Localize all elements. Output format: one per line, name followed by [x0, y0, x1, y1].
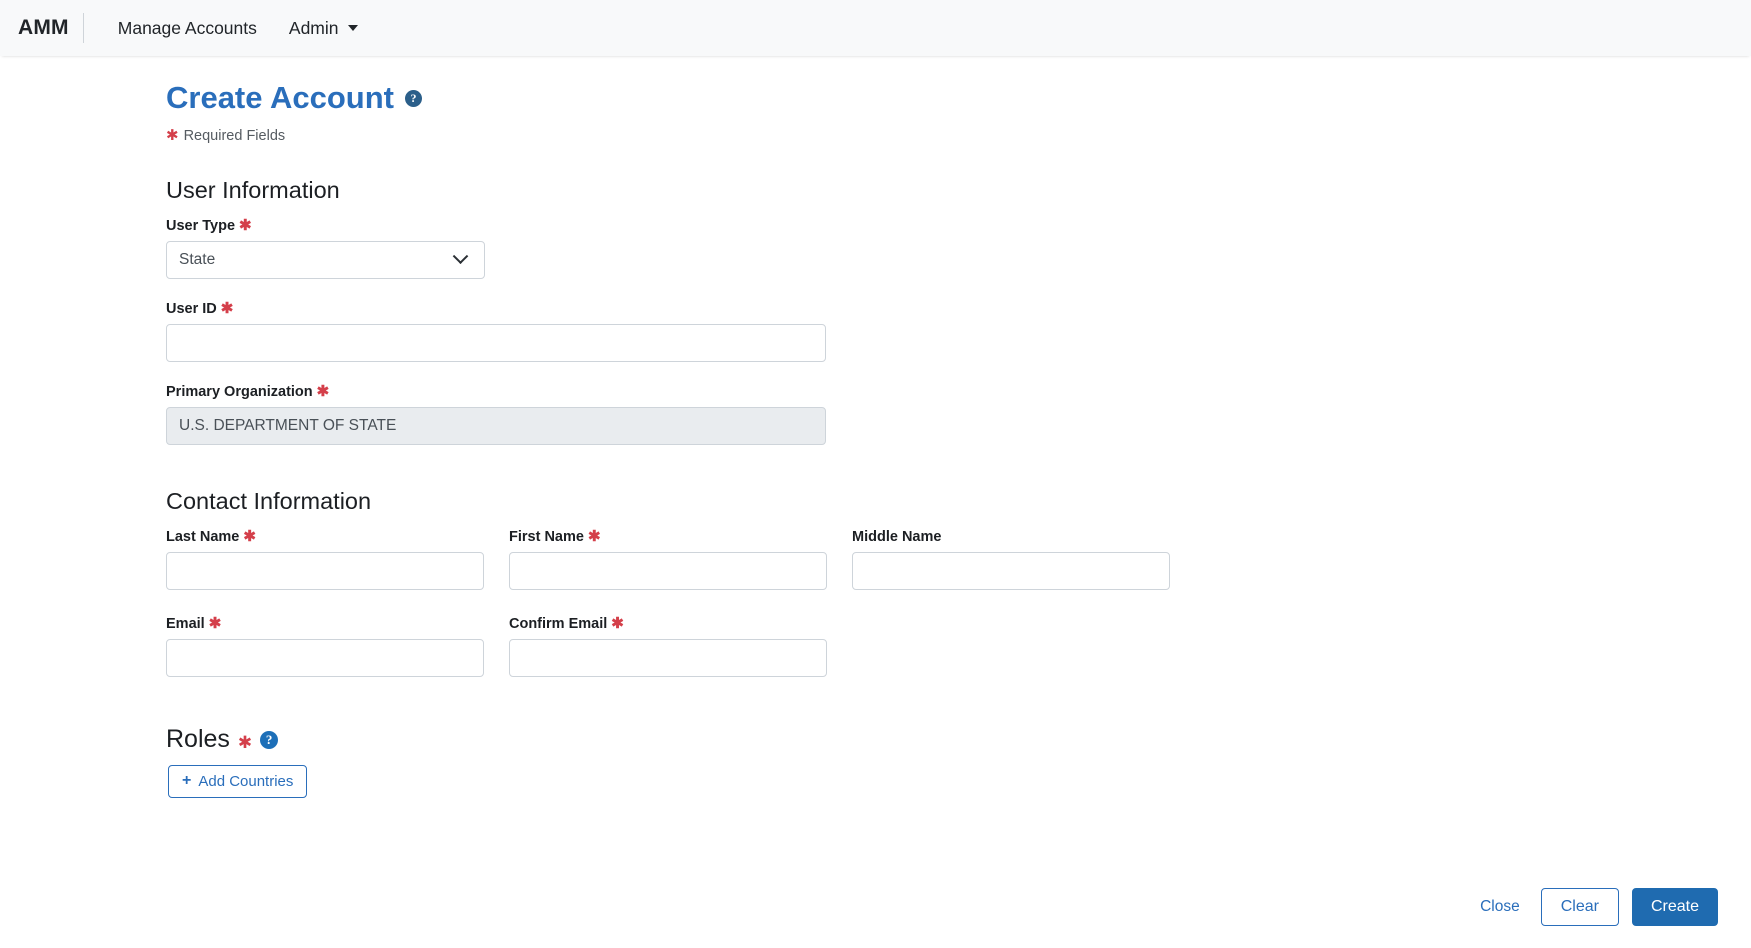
- label-first-name-text: First Name: [509, 529, 584, 546]
- add-countries-label: Add Countries: [198, 773, 294, 791]
- field-user-type: User Type ✱ State: [166, 218, 1751, 280]
- user-type-select[interactable]: State: [166, 241, 485, 280]
- contact-name-row: Last Name ✱ First Name ✱ Middle Name: [166, 529, 1751, 591]
- section-title-roles: Roles ✱ ?: [166, 725, 1751, 754]
- required-asterisk: ✱: [220, 300, 234, 318]
- chevron-down-icon: [347, 25, 358, 31]
- label-primary-organization-text: Primary Organization: [166, 384, 313, 401]
- app-brand[interactable]: AMM: [16, 16, 83, 40]
- label-email: Email ✱: [166, 616, 484, 632]
- create-button[interactable]: Create: [1631, 888, 1718, 926]
- user-type-select-value: State: [179, 251, 216, 269]
- required-fields-label: Required Fields: [183, 128, 286, 145]
- label-user-id: User ID ✱: [166, 301, 1751, 317]
- label-middle-name-text: Middle Name: [852, 529, 942, 546]
- nav-item-manage-accounts[interactable]: Manage Accounts: [102, 18, 273, 39]
- help-circle-icon[interactable]: ?: [260, 730, 279, 749]
- required-fields-note: ✱ Required Fields: [166, 128, 1751, 144]
- label-confirm-email: Confirm Email ✱: [509, 616, 827, 632]
- page-title-text: Create Account: [166, 80, 394, 115]
- required-asterisk: ✱: [239, 217, 252, 235]
- section-title-user-information: User Information: [166, 177, 340, 204]
- label-first-name: First Name ✱: [509, 529, 827, 545]
- label-primary-organization: Primary Organization ✱: [166, 384, 1751, 400]
- page-body: Create Account ? ✱ Required Fields User …: [0, 56, 1751, 948]
- field-last-name: Last Name ✱: [166, 529, 484, 591]
- label-user-type: User Type ✱: [166, 218, 1751, 234]
- roles-title-text: Roles: [166, 725, 230, 754]
- nav-item-admin-label: Admin: [288, 17, 339, 38]
- clear-button[interactable]: Clear: [1540, 888, 1619, 926]
- label-user-id-text: User ID: [166, 301, 217, 318]
- field-user-id: User ID ✱: [166, 301, 1751, 363]
- field-email: Email ✱: [166, 616, 484, 678]
- nav-item-admin[interactable]: Admin: [273, 18, 374, 39]
- required-asterisk: ✱: [237, 733, 253, 753]
- user-id-input[interactable]: [166, 324, 826, 363]
- empty-cell: [852, 616, 1170, 677]
- required-asterisk: ✱: [316, 383, 330, 401]
- last-name-input[interactable]: [166, 552, 484, 591]
- label-last-name-text: Last Name: [166, 529, 240, 546]
- field-first-name: First Name ✱: [509, 529, 827, 591]
- field-primary-organization: Primary Organization ✱ U.S. DEPARTMENT OF…: [166, 384, 1751, 446]
- close-button[interactable]: Close: [1472, 892, 1528, 922]
- contact-email-row: Email ✱ Confirm Email ✱: [166, 616, 1751, 678]
- label-email-text: Email: [166, 616, 205, 633]
- email-input[interactable]: [166, 639, 484, 678]
- top-navbar: AMM Manage Accounts Admin: [0, 0, 1751, 56]
- footer-actions: Close Clear Create: [1472, 888, 1718, 926]
- add-countries-button[interactable]: + Add Countries: [168, 765, 308, 799]
- required-asterisk: ✱: [243, 528, 256, 546]
- plus-icon: +: [182, 771, 192, 789]
- row-spacer: [166, 590, 1751, 616]
- required-asterisk: ✱: [611, 615, 624, 633]
- middle-name-input[interactable]: [852, 552, 1170, 591]
- field-confirm-email: Confirm Email ✱: [509, 616, 827, 678]
- label-user-type-text: User Type: [166, 218, 236, 235]
- form-container: Create Account ? ✱ Required Fields User …: [0, 56, 1751, 799]
- required-asterisk: ✱: [166, 127, 179, 145]
- section-title-contact-information: Contact Information: [166, 488, 372, 515]
- field-middle-name: Middle Name: [852, 529, 1170, 591]
- primary-organization-readonly-value: U.S. DEPARTMENT OF STATE: [166, 407, 826, 446]
- required-asterisk: ✱: [587, 528, 601, 546]
- page-title: Create Account ?: [166, 78, 1751, 118]
- required-asterisk: ✱: [208, 615, 222, 633]
- label-middle-name: Middle Name: [852, 529, 1170, 545]
- first-name-input[interactable]: [509, 552, 827, 591]
- confirm-email-input[interactable]: [509, 639, 827, 678]
- label-confirm-email-text: Confirm Email: [509, 616, 608, 633]
- help-circle-icon[interactable]: ?: [404, 89, 422, 107]
- brand-divider: [82, 13, 84, 43]
- label-last-name: Last Name ✱: [166, 529, 484, 545]
- chevron-down-icon: [452, 248, 469, 264]
